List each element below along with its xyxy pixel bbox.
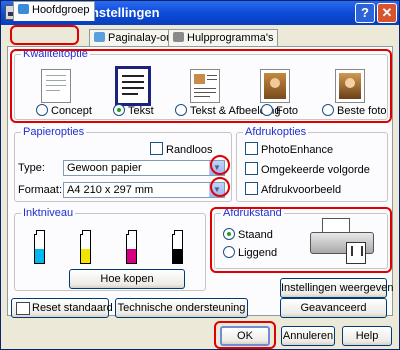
paper-type-value: Gewoon papier — [67, 162, 142, 174]
paper-options-title: Papieropties — [21, 126, 87, 138]
format-dropdown-highlight — [210, 177, 230, 197]
type-label: Type: — [18, 162, 45, 174]
quality-highlight — [10, 49, 392, 123]
technical-support-button[interactable]: Technische ondersteuning — [115, 298, 248, 318]
tab-hulpprogrammas[interactable]: Hulpprogramma's — [168, 29, 279, 46]
checkbox-box — [150, 142, 163, 155]
ink-fill — [35, 249, 44, 263]
checkbox-box — [245, 162, 258, 175]
checkbox-label: Randloos — [166, 144, 213, 156]
how-to-buy-button[interactable]: Hoe kopen — [69, 269, 185, 289]
reverse-order-checkbox[interactable]: Omgekeerde volgorde — [245, 162, 370, 176]
ink-level-group: Inktniveau Hoe kopen — [14, 207, 206, 291]
format-label: Formaat: — [18, 184, 63, 196]
cartridge-cap — [174, 230, 183, 235]
tab-highlight — [10, 25, 79, 45]
ink-fill — [127, 249, 136, 263]
main-tab-icon — [18, 4, 29, 14]
paper-options-group: Papieropties Randloos Type: Gewoon papie… — [14, 126, 232, 202]
print-preview-checkbox[interactable]: Afdrukvoorbeeld — [245, 182, 341, 196]
cartridge-cap — [82, 230, 91, 235]
ink-level-title: Inktniveau — [21, 207, 76, 219]
ink-fill — [173, 249, 182, 263]
show-settings-button[interactable]: Instellingen weergeven — [280, 278, 394, 298]
cartridge-cap — [128, 230, 137, 235]
preferences-window: Voorkeursinstellingen ? ✕ Hoofdgroep Pag… — [0, 0, 400, 350]
cartridge-cap — [36, 230, 45, 235]
ok-highlight — [214, 321, 276, 349]
help-title-button[interactable]: ? — [355, 3, 375, 23]
black-ink-cartridge — [172, 230, 183, 264]
tab-label: Hulpprogramma's — [187, 32, 274, 44]
cancel-button[interactable]: Annuleren — [281, 326, 335, 346]
checkbox-label: Omgekeerde volgorde — [261, 164, 370, 176]
yellow-ink-cartridge — [80, 230, 91, 264]
ink-fill — [81, 249, 90, 263]
close-button[interactable]: ✕ — [377, 3, 397, 23]
photoenhance-checkbox[interactable]: PhotoEnhance — [245, 142, 333, 156]
reset-label: Reset standaard — [32, 302, 113, 314]
advanced-button[interactable]: Geavanceerd — [280, 298, 387, 318]
type-dropdown-highlight — [210, 155, 230, 175]
tab-hoofdgroep[interactable]: Hoofdgroep — [13, 1, 95, 21]
checkbox-label: Afdrukvoorbeeld — [261, 184, 342, 196]
tab-label: Hoofdgroep — [32, 4, 90, 16]
page-layout-tab-icon — [94, 32, 105, 42]
paper-format-select[interactable]: A4 210 x 297 mm ▼ — [63, 182, 225, 198]
reset-defaults-button[interactable]: Reset standaard — [11, 298, 113, 318]
checkbox-box — [245, 142, 258, 155]
magenta-ink-cartridge — [126, 230, 137, 264]
tab-label: Paginalay-out — [108, 32, 176, 44]
paper-type-select[interactable]: Gewoon papier ▼ — [63, 160, 225, 176]
orientation-highlight — [210, 207, 392, 273]
reset-icon — [16, 302, 30, 315]
utility-tab-icon — [173, 32, 184, 42]
checkbox-box — [245, 182, 258, 195]
borderless-checkbox[interactable]: Randloos — [150, 142, 212, 156]
tab-paginalay-out[interactable]: Paginalay-out — [89, 29, 181, 46]
print-options-group: Afdrukopties PhotoEnhance Omgekeerde vol… — [236, 126, 388, 202]
checkbox-label: PhotoEnhance — [261, 144, 334, 156]
print-options-title: Afdrukopties — [243, 126, 309, 138]
paper-format-value: A4 210 x 297 mm — [67, 184, 154, 196]
help-button[interactable]: Help — [342, 326, 392, 346]
main-panel: Kwaliteitoptie Concept Tekst Tekst & Afb… — [7, 46, 394, 318]
cyan-ink-cartridge — [34, 230, 45, 264]
